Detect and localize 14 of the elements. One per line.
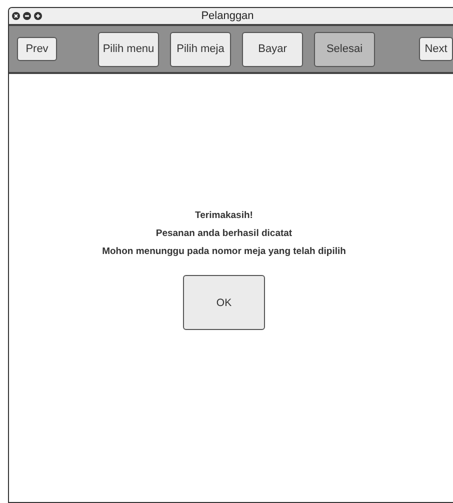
maximize-icon[interactable]	[34, 12, 42, 20]
step-tab[interactable]: Selesai	[314, 32, 375, 66]
ok-button[interactable]: OK	[183, 275, 265, 330]
message-text: Mohon menunggu pada nomor meja yang telah dipilih	[102, 245, 346, 259]
message-text: Pesanan anda berhasil dicatat	[156, 227, 292, 241]
close-icon[interactable]	[12, 12, 20, 20]
window-title: Pelanggan	[201, 10, 255, 22]
prev-button[interactable]: Prev	[17, 37, 57, 61]
message-text: Terimakasih!	[195, 209, 253, 223]
minimize-icon[interactable]	[23, 12, 31, 20]
step-tab[interactable]: Pilih meja	[170, 32, 231, 66]
step-tab[interactable]: Pilih menu	[98, 32, 159, 66]
next-button[interactable]: Next	[419, 37, 453, 61]
step-tab[interactable]: Bayar	[242, 32, 303, 66]
